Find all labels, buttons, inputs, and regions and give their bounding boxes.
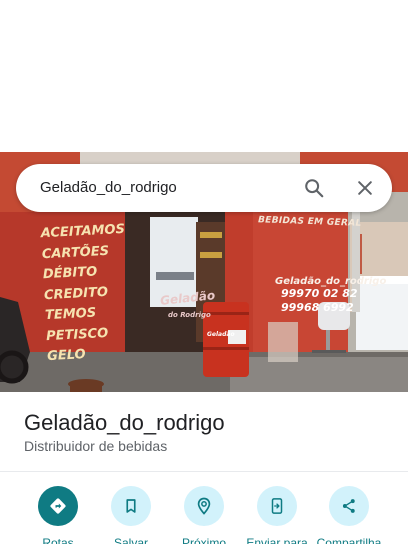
nearby-label: Próximo	[181, 536, 226, 544]
place-category: Distribuidor de bebidas	[24, 438, 168, 454]
send-to-phone-button[interactable]: Enviar para	[239, 486, 315, 544]
clear-search-button[interactable]	[349, 172, 381, 204]
save-label: Salvar	[113, 536, 148, 544]
place-page: ACEITAMOS CARTÕES DÉBITO CREDITO TEMOS P…	[0, 0, 408, 544]
directions-button[interactable]: Rotas	[20, 486, 96, 544]
send-to-phone-label: Enviar para	[246, 536, 308, 544]
directions-label: Rotas	[42, 536, 74, 544]
search-button[interactable]	[298, 172, 330, 204]
wall-phone-2: 99968 6992	[281, 301, 354, 314]
share-label: Compartilha	[316, 536, 382, 544]
place-info-sheet: Geladão_do_rodrigo Distribuidor de bebid…	[0, 392, 408, 544]
nearby-icon	[184, 486, 224, 526]
door-sign-sub: do Rodrigo	[168, 311, 211, 319]
wall-phone-1: 99970 02 82	[281, 287, 358, 300]
wall-menu-text: ACEITAMOS CARTÕES DÉBITO CREDITO TEMOS P…	[40, 221, 126, 365]
share-icon	[329, 486, 369, 526]
save-button[interactable]: Salvar	[93, 486, 169, 544]
drum-label: Geladão	[207, 331, 235, 338]
bookmark-icon	[111, 486, 151, 526]
close-icon	[358, 181, 372, 195]
send-to-phone-icon	[257, 486, 297, 526]
share-button[interactable]: Compartilha	[311, 486, 387, 544]
search-icon	[305, 179, 324, 198]
search-bar[interactable]: Geladão_do_rodrigo	[16, 164, 392, 212]
wall-brand: Geladão_do_rodrigo	[275, 276, 387, 287]
nearby-button[interactable]: Próximo	[166, 486, 242, 544]
search-input[interactable]: Geladão_do_rodrigo	[40, 164, 177, 212]
directions-icon	[38, 486, 78, 526]
divider	[0, 471, 408, 472]
action-bar: Rotas Salvar Próximo Enviar para Compart…	[0, 486, 408, 544]
place-title: Geladão_do_rodrigo	[24, 410, 225, 435]
